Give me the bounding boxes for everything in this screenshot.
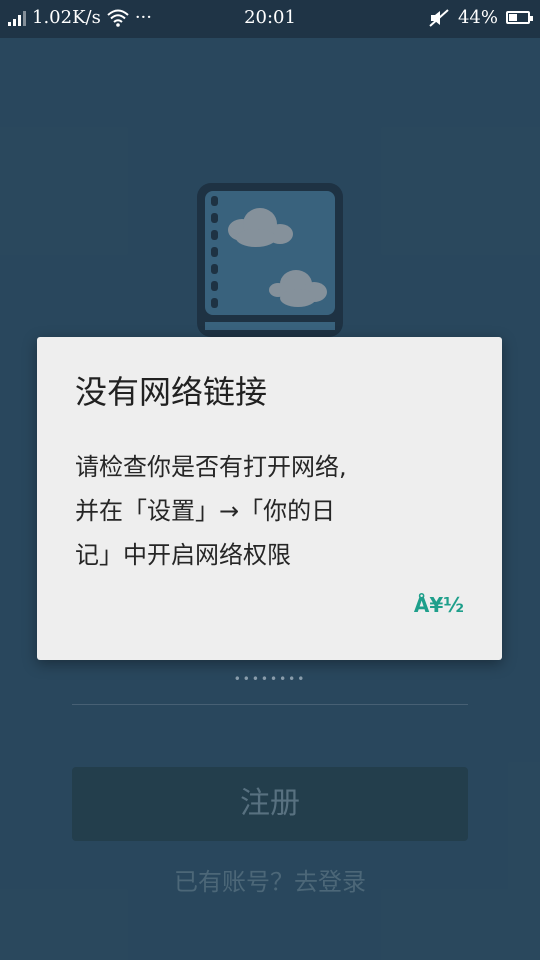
battery-icon — [506, 11, 533, 24]
clock: 20:01 — [244, 7, 296, 28]
dialog-message: 请检查你是否有打开网络, 并在「设置」→「你的日 记」中开启网络权限 — [75, 453, 347, 569]
status-bar: 1.02K/s ··· 20:01 44% — [0, 0, 540, 38]
no-network-dialog: 没有网络链接 请检查你是否有打开网络, 并在「设置」→「你的日 记」中开启网络权… — [37, 337, 502, 660]
battery-percent: 44% — [457, 7, 498, 28]
dialog-title: 没有网络链接 — [75, 373, 268, 411]
dialog-ok-button[interactable]: Å¥½ — [414, 593, 464, 617]
mute-icon — [428, 8, 450, 28]
